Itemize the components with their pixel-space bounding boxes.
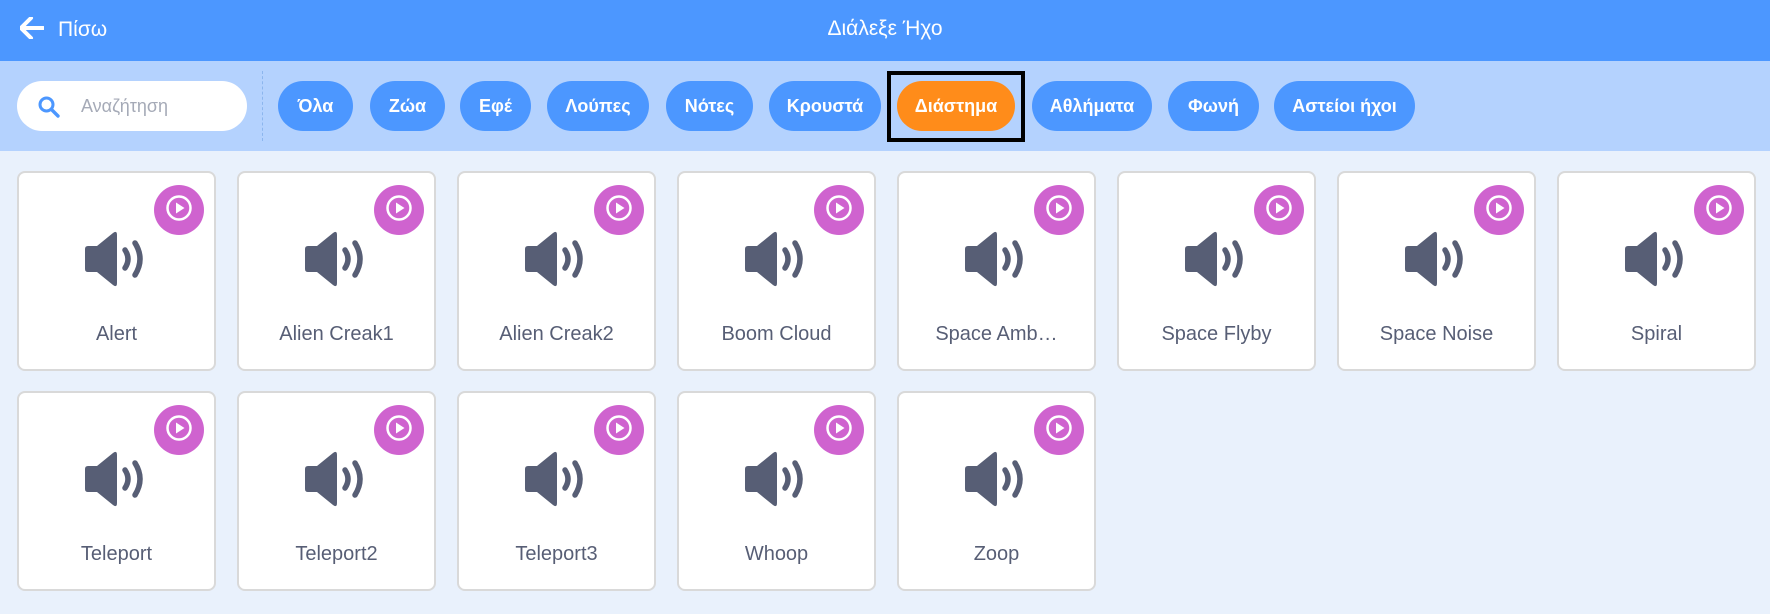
speaker-icon (83, 449, 153, 509)
speaker-icon (83, 229, 153, 289)
speaker-icon (523, 449, 593, 509)
sound-name: Whoop (744, 543, 809, 565)
play-icon (386, 414, 412, 446)
sound-name: Boom Cloud (721, 323, 832, 345)
sound-card[interactable]: Spiral (1557, 171, 1756, 371)
play-button[interactable] (154, 405, 204, 455)
tag-percussion[interactable]: Κρουστά (769, 81, 881, 131)
sound-name: Teleport (80, 543, 153, 565)
play-button[interactable] (594, 185, 644, 235)
speaker-icon (1623, 229, 1693, 289)
speaker-icon (523, 229, 593, 289)
sound-card[interactable]: Teleport3 (457, 391, 656, 591)
play-icon (826, 414, 852, 446)
play-icon (166, 194, 192, 226)
selected-tag-outline (887, 71, 1025, 142)
speaker-icon (963, 449, 1033, 509)
tag-animals[interactable]: Ζώα (370, 81, 445, 131)
play-icon (1266, 194, 1292, 226)
sound-card[interactable]: Zoop (897, 391, 1096, 591)
sound-name: Zoop (973, 543, 1020, 565)
play-button[interactable] (1254, 185, 1304, 235)
filter-bar: Όλα Ζώα Εφέ Λούπες Νότες Κρουστά Διάστημ… (0, 61, 1770, 151)
filter-divider (262, 71, 263, 141)
sound-name: Teleport2 (295, 543, 378, 565)
sound-card[interactable]: Alert (17, 171, 216, 371)
play-icon (826, 194, 852, 226)
tag-notes[interactable]: Νότες (666, 81, 753, 131)
sound-name: Spiral (1630, 323, 1683, 345)
sound-card[interactable]: Teleport (17, 391, 216, 591)
play-icon (606, 194, 632, 226)
play-button[interactable] (154, 185, 204, 235)
speaker-icon (1183, 229, 1253, 289)
sound-name: Space Amb… (935, 323, 1058, 345)
tag-wacky[interactable]: Αστείοι ήχοι (1274, 81, 1415, 131)
play-button[interactable] (374, 405, 424, 455)
tag-all[interactable]: Όλα (278, 81, 353, 131)
tag-loops[interactable]: Λούπες (547, 81, 649, 131)
page-title: Διάλεξε Ήχο (827, 17, 943, 40)
sound-card[interactable]: Boom Cloud (677, 171, 876, 371)
speaker-icon (1403, 229, 1473, 289)
play-icon (1046, 194, 1072, 226)
library-header: Πίσω Διάλεξε Ήχο (0, 0, 1770, 61)
play-icon (606, 414, 632, 446)
play-button[interactable] (1034, 185, 1084, 235)
play-button[interactable] (374, 185, 424, 235)
play-icon (1706, 194, 1732, 226)
sound-card[interactable]: Teleport2 (237, 391, 436, 591)
play-icon (386, 194, 412, 226)
tag-sports[interactable]: Αθλήματα (1032, 81, 1152, 131)
sound-card[interactable]: Alien Creak2 (457, 171, 656, 371)
sound-name: Space Flyby (1161, 323, 1272, 345)
play-button[interactable] (1034, 405, 1084, 455)
speaker-icon (743, 229, 813, 289)
play-icon (1486, 194, 1512, 226)
sound-card[interactable]: Space Noise (1337, 171, 1536, 371)
sound-card[interactable]: Alien Creak1 (237, 171, 436, 371)
play-icon (1046, 414, 1072, 446)
speaker-icon (743, 449, 813, 509)
search-box[interactable] (17, 81, 247, 131)
speaker-icon (303, 229, 373, 289)
sound-name: Space Noise (1379, 323, 1494, 345)
play-button[interactable] (1474, 185, 1524, 235)
tag-effects[interactable]: Εφέ (460, 81, 531, 131)
play-button[interactable] (814, 405, 864, 455)
sound-name: Alert (95, 323, 138, 345)
sound-name: Teleport3 (515, 543, 598, 565)
search-input[interactable] (81, 91, 231, 121)
sound-card[interactable]: Space Amb… (897, 171, 1096, 371)
sound-card[interactable]: Space Flyby (1117, 171, 1316, 371)
play-button[interactable] (814, 185, 864, 235)
tag-voice[interactable]: Φωνή (1168, 81, 1259, 131)
sound-name: Alien Creak1 (279, 323, 394, 345)
sound-name: Alien Creak2 (499, 323, 614, 345)
sound-card[interactable]: Whoop (677, 391, 876, 591)
play-button[interactable] (1694, 185, 1744, 235)
play-button[interactable] (594, 405, 644, 455)
speaker-icon (963, 229, 1033, 289)
play-icon (166, 414, 192, 446)
speaker-icon (303, 449, 373, 509)
